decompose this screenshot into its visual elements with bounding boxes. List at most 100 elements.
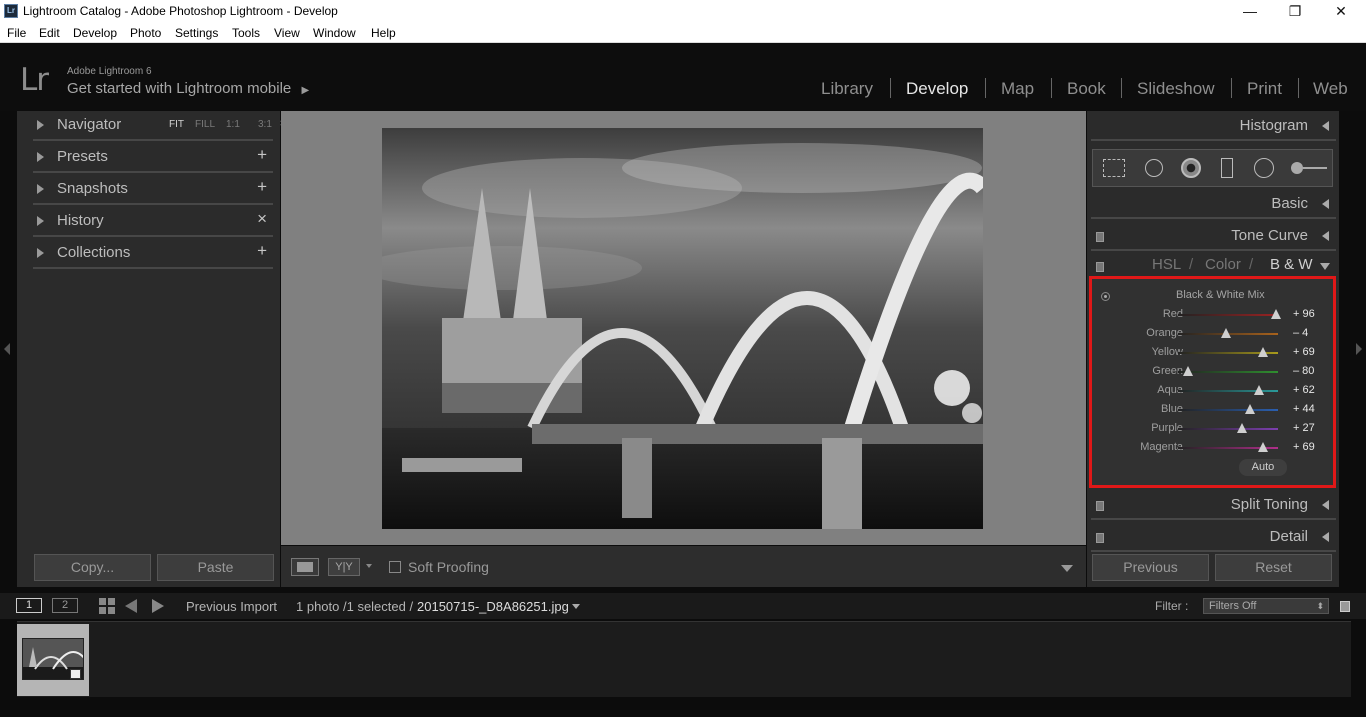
expand-triangle-icon xyxy=(37,184,44,194)
module-book[interactable]: Book xyxy=(1067,79,1106,99)
crop-overlay-icon[interactable] xyxy=(1103,159,1125,177)
restore-button[interactable]: ❐ xyxy=(1272,1,1318,23)
bw-slider-thumb[interactable] xyxy=(1271,309,1281,319)
tab-hsl[interactable]: HSL xyxy=(1152,256,1181,273)
app-icon: Lr xyxy=(4,4,18,18)
red-eye-icon[interactable] xyxy=(1181,158,1201,178)
bw-slider-value[interactable]: + 62 xyxy=(1293,384,1333,396)
bw-slider-thumb[interactable] xyxy=(1183,366,1193,376)
close-button[interactable]: ✕ xyxy=(1318,1,1364,23)
reset-button[interactable]: Reset xyxy=(1215,554,1332,581)
panel-switch-icon[interactable] xyxy=(1096,232,1104,242)
radial-filter-icon[interactable] xyxy=(1254,158,1274,178)
bw-slider-thumb[interactable] xyxy=(1236,423,1247,433)
module-slideshow[interactable]: Slideshow xyxy=(1137,79,1215,99)
forward-arrow-icon[interactable] xyxy=(152,599,164,613)
source-label[interactable]: Previous Import xyxy=(186,599,277,614)
bw-slider-value[interactable]: + 44 xyxy=(1293,403,1333,415)
bw-slider-value[interactable]: + 96 xyxy=(1293,308,1333,320)
zoom-3-1[interactable]: 3:1 xyxy=(258,119,272,130)
tab-bw[interactable]: B & W xyxy=(1270,256,1313,273)
tone-curve-header[interactable]: Tone Curve xyxy=(1091,221,1336,251)
grid-view-icon[interactable] xyxy=(99,598,115,614)
module-print[interactable]: Print xyxy=(1247,79,1282,99)
targeted-adjustment-icon[interactable] xyxy=(1101,292,1110,301)
panel-switch-icon[interactable] xyxy=(1096,501,1104,511)
bw-slider-thumb[interactable] xyxy=(1257,442,1268,452)
menu-develop[interactable]: Develop xyxy=(73,26,117,40)
bw-slider-value[interactable]: + 69 xyxy=(1293,441,1333,453)
module-develop[interactable]: Develop xyxy=(906,79,968,99)
bw-slider-thumb[interactable] xyxy=(1245,404,1255,414)
before-after-view-icon[interactable]: Y|Y xyxy=(328,558,360,576)
menu-photo[interactable]: Photo xyxy=(130,26,161,40)
bw-slider-track[interactable] xyxy=(1178,409,1278,411)
filter-lock-icon[interactable] xyxy=(1340,601,1350,612)
zoom-fill[interactable]: FILL xyxy=(195,119,215,130)
tab-color[interactable]: Color xyxy=(1205,256,1241,273)
menu-tools[interactable]: Tools xyxy=(232,26,260,40)
zoom-1-1[interactable]: 1:1 xyxy=(226,119,240,130)
thumbnail-cell[interactable] xyxy=(17,624,89,696)
menu-file[interactable]: File xyxy=(7,26,26,40)
bw-slider-value[interactable]: – 80 xyxy=(1293,365,1333,377)
panel-switch-icon[interactable] xyxy=(1096,262,1104,272)
snapshots-header[interactable]: Snapshots + xyxy=(33,175,273,205)
menu-window[interactable]: Window xyxy=(313,26,356,40)
presets-header[interactable]: Presets + xyxy=(33,143,273,173)
zoom-fit[interactable]: FIT xyxy=(169,119,184,130)
dropdown-arrow-icon[interactable] xyxy=(366,564,372,568)
graduated-filter-icon[interactable] xyxy=(1221,158,1233,178)
back-arrow-icon[interactable] xyxy=(125,599,137,613)
soft-proofing-label: Soft Proofing xyxy=(408,559,489,575)
lightroom-mobile-link[interactable]: Get started with Lightroom mobile ▶ xyxy=(67,80,309,97)
menu-bar: File Edit Develop Photo Settings Tools V… xyxy=(0,23,1366,43)
spot-removal-icon[interactable] xyxy=(1145,159,1163,177)
clear-history-icon[interactable]: × xyxy=(257,209,267,229)
auto-button[interactable]: Auto xyxy=(1239,459,1287,476)
right-panel-toggle-icon[interactable] xyxy=(1356,343,1362,355)
split-toning-header[interactable]: Split Toning xyxy=(1091,490,1336,520)
bw-slider-track[interactable] xyxy=(1178,371,1278,373)
soft-proofing-checkbox[interactable] xyxy=(389,561,401,573)
bw-slider-thumb[interactable] xyxy=(1257,347,1268,357)
previous-button[interactable]: Previous xyxy=(1092,554,1209,581)
add-collection-icon[interactable]: + xyxy=(257,241,267,261)
photo-preview[interactable] xyxy=(382,128,983,529)
detail-header[interactable]: Detail xyxy=(1091,522,1336,552)
minimize-button[interactable]: — xyxy=(1227,1,1273,23)
loupe-view-icon[interactable] xyxy=(291,558,319,576)
filter-select[interactable]: Filters Off ⬍ xyxy=(1203,598,1329,614)
module-map[interactable]: Map xyxy=(1001,79,1034,99)
left-panel-toggle-icon[interactable] xyxy=(4,343,10,355)
bw-slider-value[interactable]: – 4 xyxy=(1293,327,1333,339)
screen-1-button[interactable]: 1 xyxy=(16,598,42,613)
add-snapshot-icon[interactable]: + xyxy=(257,177,267,197)
filename-label[interactable]: 20150715-_D8A86251.jpg xyxy=(417,599,569,614)
add-preset-icon[interactable]: + xyxy=(257,145,267,165)
bw-slider-thumb[interactable] xyxy=(1254,385,1264,395)
adjustment-brush-icon[interactable] xyxy=(1291,160,1327,176)
module-web[interactable]: Web xyxy=(1313,79,1348,99)
menu-view[interactable]: View xyxy=(274,26,300,40)
basic-header[interactable]: Basic xyxy=(1091,189,1336,219)
paste-button[interactable]: Paste xyxy=(157,554,274,581)
navigator-header[interactable]: Navigator FIT FILL 1:1 3:1 ⬍ xyxy=(33,111,287,141)
history-header[interactable]: History × xyxy=(33,207,273,237)
menu-edit[interactable]: Edit xyxy=(39,26,60,40)
panel-switch-icon[interactable] xyxy=(1096,533,1104,543)
bw-slider-track[interactable] xyxy=(1178,314,1278,316)
filename-dropdown-icon[interactable] xyxy=(572,604,580,609)
screen-2-button[interactable]: 2 xyxy=(52,598,78,613)
module-library[interactable]: Library xyxy=(821,79,873,99)
menu-help[interactable]: Help xyxy=(371,26,396,40)
copy-button[interactable]: Copy... xyxy=(34,554,151,581)
bw-slider-value[interactable]: + 27 xyxy=(1293,422,1333,434)
collections-header[interactable]: Collections + xyxy=(33,239,273,269)
histogram-header[interactable]: Histogram xyxy=(1091,111,1336,141)
bw-slider-thumb[interactable] xyxy=(1221,328,1231,338)
menu-settings[interactable]: Settings xyxy=(175,26,218,40)
bw-slider-value[interactable]: + 69 xyxy=(1293,346,1333,358)
bw-slider-track[interactable] xyxy=(1178,428,1278,430)
toolbar-menu-icon[interactable] xyxy=(1061,565,1073,572)
